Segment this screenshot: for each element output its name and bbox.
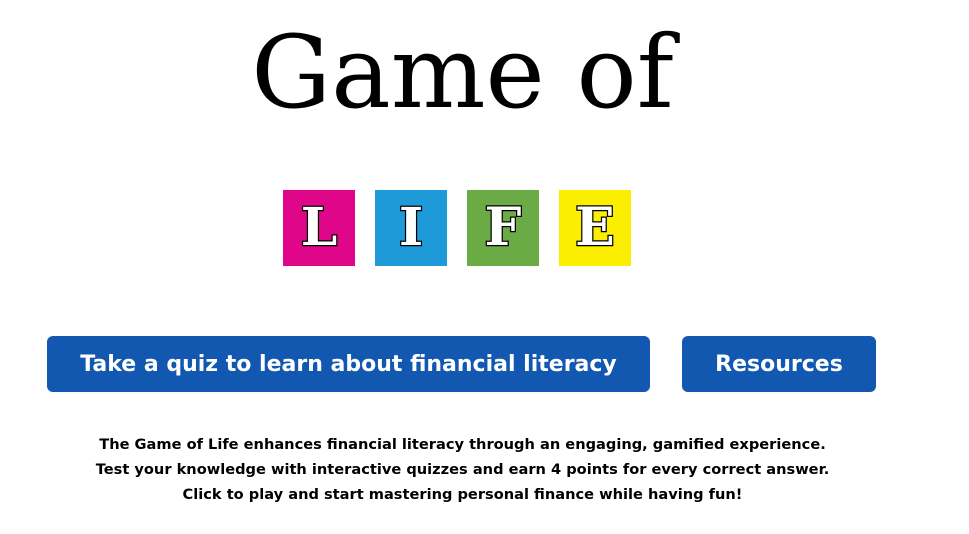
- logo-tile-f: F: [467, 190, 539, 266]
- resources-button[interactable]: Resources: [682, 336, 876, 392]
- logo-tile-e: E: [559, 190, 631, 266]
- logo-letter-e: E: [574, 197, 616, 258]
- page-title: Game of: [251, 14, 674, 131]
- description: The Game of Life enhances financial lite…: [0, 432, 925, 507]
- description-line-2: Test your knowledge with interactive qui…: [95, 461, 830, 478]
- description-line-3: Click to play and start mastering person…: [182, 486, 743, 503]
- logo-letter-f: F: [483, 197, 522, 258]
- description-line-1: The Game of Life enhances financial lite…: [99, 436, 826, 453]
- logo-tile-l: L: [283, 190, 355, 266]
- logo-letter-i: I: [398, 197, 425, 258]
- logo-tile-i: I: [375, 190, 447, 266]
- logo-letter-l: L: [299, 197, 338, 258]
- life-logo: L I F E: [283, 190, 631, 266]
- take-quiz-button[interactable]: Take a quiz to learn about financial lit…: [47, 336, 650, 392]
